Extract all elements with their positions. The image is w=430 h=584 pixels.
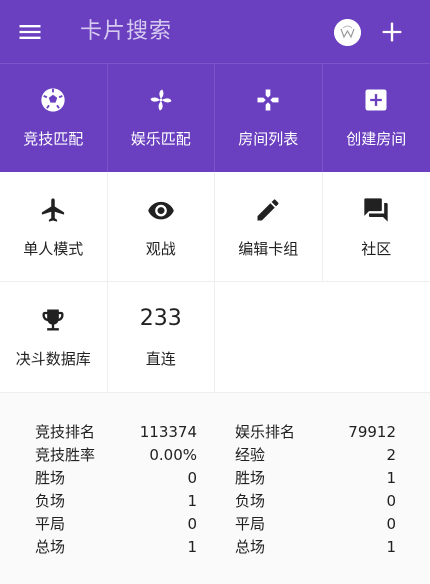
avatar[interactable]: [334, 19, 361, 46]
stat-row: 竞技排名 113374: [35, 421, 197, 444]
room-list-button[interactable]: 房间列表: [215, 63, 323, 172]
primary-actions: 竞技匹配 娱乐匹配 房间列表 创建房间: [0, 63, 430, 172]
create-room-label: 创建房间: [346, 130, 407, 148]
casual-stats: 娱乐排名 79912 经验 2 胜场 1 负场 0 平局 0 总场 1: [235, 421, 396, 559]
edit-deck-button[interactable]: 编辑卡组: [215, 172, 323, 282]
stat-row: 胜场 0: [35, 467, 197, 490]
page-title: 卡片搜索: [80, 19, 173, 44]
pencil-icon: [254, 196, 282, 224]
stat-label: 胜场: [35, 469, 66, 487]
stat-value: 1: [386, 538, 396, 556]
stat-value: 113374: [139, 423, 197, 441]
stat-row: 总场 1: [235, 536, 396, 559]
duel-database-label: 决斗数据库: [15, 350, 91, 368]
single-mode-button[interactable]: 单人模式: [0, 172, 108, 282]
ranked-match-label: 竞技匹配: [23, 130, 84, 148]
stat-row: 负场 1: [35, 490, 197, 513]
stat-value: 0: [386, 492, 396, 510]
casual-match-label: 娱乐匹配: [130, 130, 191, 148]
stat-row: 总场 1: [35, 536, 197, 559]
direct-connect-label: 直连: [145, 350, 176, 368]
edit-deck-label: 编辑卡组: [238, 240, 299, 258]
eye-icon: [147, 196, 175, 224]
stat-value: 2: [386, 446, 396, 464]
stat-label: 竞技排名: [35, 423, 96, 441]
stat-row: 平局 0: [35, 513, 197, 536]
stat-row: 平局 0: [235, 513, 396, 536]
stat-row: 娱乐排名 79912: [235, 421, 396, 444]
stat-value: 0.00%: [149, 446, 197, 464]
stat-label: 竞技胜率: [35, 446, 96, 464]
stat-row: 负场 0: [235, 490, 396, 513]
stat-label: 平局: [35, 515, 66, 533]
watch-button[interactable]: 观战: [107, 172, 215, 282]
stat-label: 总场: [235, 538, 266, 556]
stat-row: 胜场 1: [235, 467, 396, 490]
airplane-icon: [39, 196, 67, 224]
community-button[interactable]: 社区: [322, 172, 430, 282]
pinwheel-icon: [147, 86, 175, 114]
stat-row: 经验 2: [235, 444, 396, 467]
gamepad-icon: [254, 86, 282, 114]
menu-icon[interactable]: [16, 18, 44, 46]
stat-label: 总场: [35, 538, 66, 556]
add-box-icon: [362, 86, 390, 114]
direct-connect-button[interactable]: 233 直连: [108, 282, 215, 392]
soccer-ball-icon: [39, 86, 67, 114]
room-list-label: 房间列表: [238, 130, 299, 148]
casual-match-button[interactable]: 娱乐匹配: [107, 63, 215, 172]
app-bar: 卡片搜索: [0, 0, 430, 63]
duel-database-button[interactable]: 决斗数据库: [0, 282, 108, 392]
stat-label: 负场: [235, 492, 266, 510]
stat-label: 胜场: [235, 469, 266, 487]
player-stats: 竞技排名 113374 竞技胜率 0.00% 胜场 0 负场 1 平局 0 总场 1 娱乐排…: [0, 392, 430, 584]
stat-value: 0: [187, 515, 197, 533]
stat-value: 1: [386, 469, 396, 487]
stat-value: 79912: [348, 423, 396, 441]
create-room-button[interactable]: 创建房间: [322, 63, 430, 172]
stat-value: 1: [187, 492, 197, 510]
secondary-actions: 单人模式 观战 编辑卡组 社区 决斗数据库 233 直连: [0, 172, 430, 392]
community-label: 社区: [361, 240, 392, 258]
stat-value: 0: [386, 515, 396, 533]
stat-value: 0: [187, 469, 197, 487]
stat-label: 经验: [235, 446, 266, 464]
ranked-stats: 竞技排名 113374 竞技胜率 0.00% 胜场 0 负场 1 平局 0 总场 1: [35, 421, 197, 559]
direct-connect-number: 233: [139, 306, 182, 331]
stat-row: 竞技胜率 0.00%: [35, 444, 197, 467]
stat-label: 娱乐排名: [235, 423, 296, 441]
stat-value: 1: [187, 538, 197, 556]
add-icon[interactable]: [378, 18, 406, 46]
trophy-icon: [39, 306, 67, 334]
ranked-match-button[interactable]: 竞技匹配: [0, 63, 108, 172]
stat-label: 负场: [35, 492, 66, 510]
stat-label: 平局: [235, 515, 266, 533]
watch-label: 观战: [145, 240, 176, 258]
single-mode-label: 单人模式: [23, 240, 84, 258]
forum-icon: [362, 196, 390, 224]
